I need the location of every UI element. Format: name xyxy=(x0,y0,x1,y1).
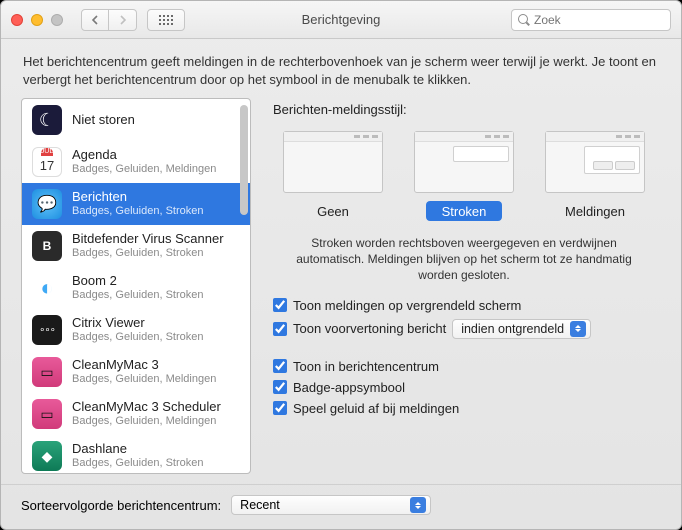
alert-style-label: Berichten-meldingsstijl: xyxy=(273,102,661,117)
list-item-sub: Badges, Geluiden, Stroken xyxy=(72,247,224,260)
opt-sound-checkbox[interactable] xyxy=(273,401,287,415)
minimize-window[interactable] xyxy=(31,14,43,26)
calendar-icon: JUL 17 xyxy=(32,147,62,177)
forward-button[interactable] xyxy=(109,9,137,31)
sort-value: Recent xyxy=(240,498,280,512)
opt-notification-center[interactable]: Toon in berichtencentrum xyxy=(273,359,655,374)
zoom-window xyxy=(51,14,63,26)
search-icon xyxy=(518,14,530,26)
style-banners-button[interactable]: Stroken xyxy=(426,201,502,221)
list-item-sub: Badges, Geluiden, Stroken xyxy=(72,457,203,470)
sort-label: Sorteervolgorde berichtencentrum: xyxy=(21,498,221,513)
style-banners[interactable]: Stroken xyxy=(414,131,514,221)
list-item-agenda[interactable]: JUL 17 Agenda Badges, Geluiden, Meldinge… xyxy=(22,141,250,183)
alert-style-row: Geen Stroken Meldingen xyxy=(267,127,661,221)
opt-badge-checkbox[interactable] xyxy=(273,380,287,394)
search-input[interactable] xyxy=(534,13,664,27)
boom2-icon xyxy=(32,273,62,303)
list-item-cleanmymac-scheduler[interactable]: CleanMyMac 3 Scheduler Badges, Geluiden,… xyxy=(22,393,250,435)
opt-sound[interactable]: Speel geluid af bij meldingen xyxy=(273,401,655,416)
opt-preview-label: Toon voorvertoning bericht xyxy=(293,321,446,336)
chevron-right-icon xyxy=(119,15,127,25)
app-list[interactable]: Niet storen JUL 17 Agenda Badges, Geluid… xyxy=(21,98,251,474)
list-item-berichten[interactable]: Berichten Badges, Geluiden, Stroken xyxy=(22,183,250,225)
list-item-label: Bitdefender Virus Scanner xyxy=(72,232,224,247)
list-item-dnd[interactable]: Niet storen xyxy=(22,99,250,141)
detail-panel: Berichten-meldingsstijl: Geen Stroken Me… xyxy=(267,98,661,474)
list-item-sub: Badges, Geluiden, Stroken xyxy=(72,289,203,302)
preview-none xyxy=(283,131,383,193)
opt-lockscreen-checkbox[interactable] xyxy=(273,298,287,312)
style-none-button[interactable]: Geen xyxy=(295,201,371,221)
sort-select[interactable]: Recent xyxy=(231,495,431,515)
show-all-button[interactable] xyxy=(147,9,185,31)
bitdefender-icon: B xyxy=(32,231,62,261)
list-item-sub: Badges, Geluiden, Stroken xyxy=(72,331,203,344)
main-content: Niet storen JUL 17 Agenda Badges, Geluid… xyxy=(1,98,681,484)
opt-nc-label: Toon in berichtencentrum xyxy=(293,359,439,374)
opt-preview-select[interactable]: indien ontgrendeld xyxy=(452,319,591,339)
moon-icon xyxy=(32,105,62,135)
citrix-icon xyxy=(32,315,62,345)
description-text: Het berichtencentrum geeft meldingen in … xyxy=(1,39,681,98)
list-item-sub: Badges, Geluiden, Meldingen xyxy=(72,415,221,428)
list-item-cleanmymac[interactable]: CleanMyMac 3 Badges, Geluiden, Meldingen xyxy=(22,351,250,393)
opt-nc-checkbox[interactable] xyxy=(273,359,287,373)
list-item-label: Agenda xyxy=(72,148,216,163)
list-item-dashlane[interactable]: Dashlane Badges, Geluiden, Stroken xyxy=(22,435,250,474)
style-none[interactable]: Geen xyxy=(283,131,383,221)
list-item-citrix[interactable]: Citrix Viewer Badges, Geluiden, Stroken xyxy=(22,309,250,351)
opt-lockscreen-label: Toon meldingen op vergrendeld scherm xyxy=(293,298,521,313)
chevron-left-icon xyxy=(91,15,99,25)
list-item-label: Niet storen xyxy=(72,113,135,128)
cleanmymac-icon xyxy=(32,399,62,429)
list-item-label: Dashlane xyxy=(72,442,203,457)
window-controls xyxy=(11,14,63,26)
nav-buttons xyxy=(81,9,137,31)
list-item-label: Berichten xyxy=(72,190,203,205)
list-item-label: Citrix Viewer xyxy=(72,316,203,331)
list-item-label: CleanMyMac 3 xyxy=(72,358,216,373)
list-item-sub: Badges, Geluiden, Meldingen xyxy=(72,163,216,176)
list-item-bitdefender[interactable]: B Bitdefender Virus Scanner Badges, Gelu… xyxy=(22,225,250,267)
list-item-sub: Badges, Geluiden, Meldingen xyxy=(72,373,216,386)
grid-icon xyxy=(159,15,173,25)
options-group-1: Toon meldingen op vergrendeld scherm Too… xyxy=(267,296,661,341)
opt-preview-checkbox[interactable] xyxy=(273,322,287,336)
opt-sound-label: Speel geluid af bij meldingen xyxy=(293,401,459,416)
style-alerts[interactable]: Meldingen xyxy=(545,131,645,221)
list-item-label: CleanMyMac 3 Scheduler xyxy=(72,400,221,415)
search-field[interactable] xyxy=(511,9,671,31)
titlebar: Berichtgeving xyxy=(1,1,681,39)
updown-icon xyxy=(410,497,426,513)
style-alerts-button[interactable]: Meldingen xyxy=(557,201,633,221)
cleanmymac-icon xyxy=(32,357,62,387)
style-help-text: Stroken worden rechtsboven weergegeven e… xyxy=(267,231,661,286)
list-item-sub: Badges, Geluiden, Stroken xyxy=(72,205,203,218)
back-button[interactable] xyxy=(81,9,109,31)
opt-lockscreen[interactable]: Toon meldingen op vergrendeld scherm xyxy=(273,298,655,313)
preview-alerts xyxy=(545,131,645,193)
updown-icon xyxy=(570,321,586,337)
options-group-2: Toon in berichtencentrum Badge-appsymboo… xyxy=(267,357,661,418)
opt-badge-label: Badge-appsymbool xyxy=(293,380,405,395)
bottom-row: Sorteervolgorde berichtencentrum: Recent xyxy=(1,484,681,529)
list-item-boom2[interactable]: Boom 2 Badges, Geluiden, Stroken xyxy=(22,267,250,309)
list-item-label: Boom 2 xyxy=(72,274,203,289)
preview-banners xyxy=(414,131,514,193)
dashlane-icon xyxy=(32,441,62,471)
close-window[interactable] xyxy=(11,14,23,26)
opt-badge[interactable]: Badge-appsymbool xyxy=(273,380,655,395)
opt-preview-value: indien ontgrendeld xyxy=(461,322,564,336)
prefs-window: Berichtgeving Het berichtencentrum geeft… xyxy=(0,0,682,530)
opt-preview-row: Toon voorvertoning bericht indien ontgre… xyxy=(273,319,655,339)
messages-icon xyxy=(32,189,62,219)
